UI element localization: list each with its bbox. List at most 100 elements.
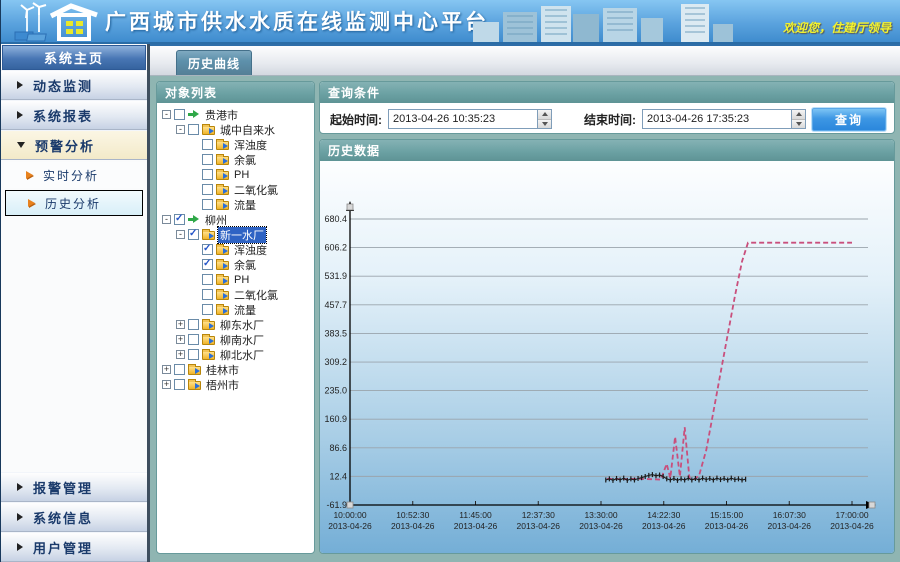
tree-node[interactable]: PH — [159, 167, 312, 182]
tab-history-curve[interactable]: 历史曲线 — [176, 50, 252, 75]
tree-node-label[interactable]: 流量 — [232, 302, 258, 318]
sidebar-item-system-info[interactable]: 系统信息 — [1, 502, 147, 532]
collapsed-triangle-icon — [17, 543, 23, 551]
sidebar-item-warning-analysis[interactable]: 预警分析 — [1, 130, 147, 160]
spinner-up-button[interactable] — [538, 110, 551, 120]
svg-text:309.2: 309.2 — [324, 357, 347, 367]
tree-node[interactable]: - 新一水厂 — [159, 227, 312, 242]
tree-node[interactable]: 余氯 — [159, 152, 312, 167]
sidebar-subitem-label: 历史分析 — [45, 195, 101, 212]
tree-node-label[interactable]: 流量 — [232, 197, 258, 213]
tree-checkbox[interactable] — [202, 139, 213, 150]
tree-checkbox[interactable] — [188, 229, 199, 240]
query-button[interactable]: 查询 — [812, 108, 886, 131]
folder-arrow-icon — [195, 383, 200, 389]
tree-checkbox[interactable] — [202, 259, 213, 270]
tree-node-label[interactable]: 贵港市 — [203, 107, 240, 123]
svg-text:12:37:30: 12:37:30 — [522, 510, 555, 520]
folder-icon — [202, 351, 215, 360]
sidebar-item-home[interactable]: 系统主页 — [2, 45, 146, 70]
tree-checkbox[interactable] — [174, 364, 185, 375]
tree-expander-icon[interactable]: + — [176, 320, 185, 329]
green-arrow-icon — [188, 110, 200, 119]
tree-checkbox[interactable] — [202, 289, 213, 300]
sidebar-item-dynamic-monitoring[interactable]: 动态监测 — [1, 70, 147, 100]
start-time-input[interactable] — [388, 109, 538, 129]
tree-node-label[interactable]: 新一水厂 — [218, 227, 266, 243]
sidebar-subitem-realtime-analysis[interactable]: 实时分析 — [4, 162, 144, 188]
tree-node-label[interactable]: 浑浊度 — [232, 242, 269, 258]
tree-checkbox[interactable] — [202, 169, 213, 180]
tree-node[interactable]: 余氯 — [159, 257, 312, 272]
svg-text:2013-04-26: 2013-04-26 — [517, 521, 561, 531]
tree-checkbox[interactable] — [174, 379, 185, 390]
tree-node-label[interactable]: 柳南水厂 — [218, 332, 266, 348]
tree-checkbox[interactable] — [188, 334, 199, 345]
tree-node[interactable]: 浑浊度 — [159, 137, 312, 152]
tree-node-label[interactable]: 二氧化氯 — [232, 287, 280, 303]
tree-node-label[interactable]: 桂林市 — [204, 362, 241, 378]
tree-expander-icon[interactable]: - — [162, 110, 171, 119]
tree-node[interactable]: + 梧州市 — [159, 377, 312, 392]
app-header: 广西城市供水水质在线监测中心平台 欢迎您，住建厅领导 — [1, 0, 900, 44]
tree-node-label[interactable]: 柳东水厂 — [218, 317, 266, 333]
spinner-down-button[interactable] — [792, 120, 805, 129]
tree-node-label[interactable]: PH — [232, 274, 251, 286]
tree-node-label[interactable]: 余氯 — [232, 257, 258, 273]
tree-checkbox[interactable] — [202, 244, 213, 255]
tree-checkbox[interactable] — [202, 199, 213, 210]
tree-checkbox[interactable] — [202, 274, 213, 285]
sidebar-item-system-reports[interactable]: 系统报表 — [1, 100, 147, 130]
tree-checkbox[interactable] — [188, 319, 199, 330]
tree-node-label[interactable]: 梧州市 — [204, 377, 241, 393]
tree-expander-icon[interactable]: - — [176, 125, 185, 134]
tree-expander-icon[interactable]: + — [176, 335, 185, 344]
tree-node-label[interactable]: 浑浊度 — [232, 137, 269, 153]
tree-expander-icon[interactable]: - — [162, 215, 171, 224]
tree-checkbox[interactable] — [188, 124, 199, 135]
tree-expander-icon[interactable]: - — [176, 230, 185, 239]
tree-node[interactable]: + 柳东水厂 — [159, 317, 312, 332]
sidebar-item-alarm-management[interactable]: 报警管理 — [1, 472, 147, 502]
tree-checkbox[interactable] — [202, 304, 213, 315]
tree-node-label[interactable]: 二氧化氯 — [232, 182, 280, 198]
tree-node[interactable]: 流量 — [159, 197, 312, 212]
tree-node[interactable]: + 柳南水厂 — [159, 332, 312, 347]
tree-node[interactable]: 流量 — [159, 302, 312, 317]
tree-expander-icon[interactable]: + — [176, 350, 185, 359]
tree-node-label[interactable]: 余氯 — [232, 152, 258, 168]
svg-text:13:30:00: 13:30:00 — [584, 510, 617, 520]
svg-text:86.6: 86.6 — [329, 443, 347, 453]
tree-node-label[interactable]: 柳北水厂 — [218, 347, 266, 363]
tree-node[interactable]: - 柳州 — [159, 212, 312, 227]
logo-house-icon — [13, 2, 99, 42]
tree-node-label[interactable]: PH — [232, 169, 251, 181]
tree-checkbox[interactable] — [202, 154, 213, 165]
history-data-panel: 历史数据 680.4606.2531.9457.7383.5309.2235.0… — [319, 139, 895, 554]
tree-expander-icon[interactable]: + — [162, 380, 171, 389]
folder-icon — [216, 261, 229, 270]
tree-node-label[interactable]: 柳州 — [203, 212, 229, 228]
folder-arrow-icon — [223, 293, 228, 299]
tree-checkbox[interactable] — [202, 184, 213, 195]
tree-checkbox[interactable] — [174, 214, 185, 225]
orange-arrow-icon — [28, 199, 35, 207]
tree-node[interactable]: 二氧化氯 — [159, 287, 312, 302]
tree-checkbox[interactable] — [188, 349, 199, 360]
tree-node[interactable]: + 桂林市 — [159, 362, 312, 377]
tree-node[interactable]: - 贵港市 — [159, 107, 312, 122]
end-time-spinner — [792, 109, 806, 129]
tree-node[interactable]: 二氧化氯 — [159, 182, 312, 197]
tree-node[interactable]: - 城中自来水 — [159, 122, 312, 137]
tree-node[interactable]: PH — [159, 272, 312, 287]
end-time-input[interactable] — [642, 109, 792, 129]
tree-node[interactable]: 浑浊度 — [159, 242, 312, 257]
sidebar-item-user-management[interactable]: 用户管理 — [1, 532, 147, 562]
spinner-down-button[interactable] — [538, 120, 551, 129]
tree-node[interactable]: + 柳北水厂 — [159, 347, 312, 362]
tree-expander-icon[interactable]: + — [162, 365, 171, 374]
tree-node-label[interactable]: 城中自来水 — [218, 122, 277, 138]
tree-checkbox[interactable] — [174, 109, 185, 120]
sidebar-subitem-history-analysis[interactable]: 历史分析 — [5, 190, 143, 216]
spinner-up-button[interactable] — [792, 110, 805, 120]
